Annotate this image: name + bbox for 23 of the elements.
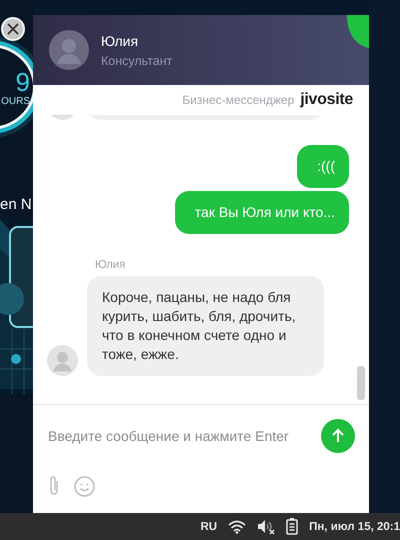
page-heading: en N — [0, 196, 33, 213]
branding-tagline: Бизнес-мессенджер — [182, 93, 294, 107]
message-bubble: Короче, пацаны, не надо бля курить, шабить, бля, дрочить, что в конечном счете одно и тоже, ежже. — [87, 276, 324, 376]
operator-role: Консультант — [101, 54, 172, 68]
keyboard-layout[interactable]: RU — [200, 520, 218, 532]
volume-muted-icon[interactable] — [257, 518, 276, 534]
scrollbar-thumb[interactable] — [357, 366, 365, 400]
arrow-up-icon — [330, 428, 346, 444]
message-bubble: так Вы Юля или кто... — [174, 191, 349, 234]
battery-icon[interactable] — [286, 518, 298, 535]
operator-avatar — [49, 30, 89, 70]
corner-leaf-icon — [347, 15, 369, 48]
countdown-number: 9 — [16, 68, 30, 96]
sender-name: Юлия — [94, 259, 126, 271]
operator-name: Юлия — [101, 32, 140, 48]
countdown-unit: OURS — [1, 96, 30, 106]
brand-logo: jivosite — [300, 91, 353, 109]
wifi-icon[interactable] — [228, 520, 246, 534]
close-icon — [7, 23, 19, 35]
message-bubble: :((( — [297, 145, 349, 188]
clock[interactable]: Пн, июл 15, 20:1 — [309, 520, 400, 532]
operator-avatar — [47, 345, 78, 376]
paperclip-icon[interactable] — [48, 475, 60, 497]
